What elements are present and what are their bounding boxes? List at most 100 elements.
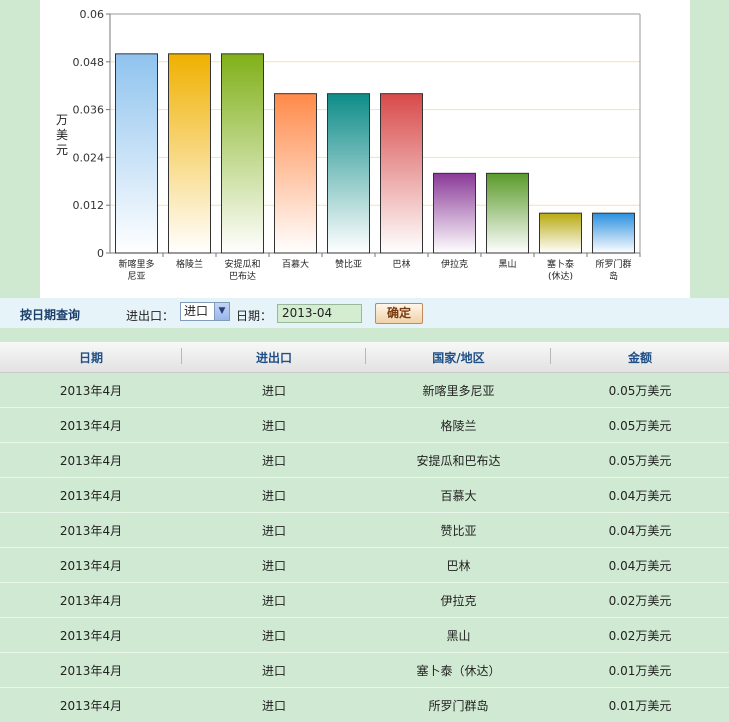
table-header-row: 日期 进出口 国家/地区 金额 — [0, 342, 729, 373]
import-export-cell: 进口 — [182, 548, 366, 583]
chart-panel: 00.0120.0240.0360.0480.06万美元新喀里多尼亚格陵兰安提瓜… — [40, 0, 690, 298]
date-cell: 2013年4月 — [0, 513, 182, 548]
country-cell: 所罗门群岛 — [366, 688, 551, 722]
amount-cell: 0.01万美元 — [551, 688, 729, 722]
date-cell: 2013年4月 — [0, 583, 182, 618]
column-header-country: 国家/地区 — [366, 342, 551, 373]
country-cell: 百慕大 — [366, 478, 551, 513]
bar-chart: 00.0120.0240.0360.0480.06万美元新喀里多尼亚格陵兰安提瓜… — [40, 0, 690, 298]
import-export-cell: 进口 — [182, 583, 366, 618]
import-export-cell: 进口 — [182, 443, 366, 478]
date-cell: 2013年4月 — [0, 373, 182, 408]
country-cell: 赞比亚 — [366, 513, 551, 548]
bar — [116, 54, 158, 253]
y-tick-label: 0.06 — [80, 8, 105, 21]
import-export-cell: 进口 — [182, 408, 366, 443]
date-cell: 2013年4月 — [0, 688, 182, 722]
x-tick-label: 尼亚 — [127, 271, 145, 282]
x-tick-label: 巴布达 — [229, 270, 256, 282]
divider — [0, 328, 729, 342]
table-row: 2013年4月进口百慕大0.04万美元 — [0, 478, 729, 513]
bar — [222, 54, 264, 253]
table-row: 2013年4月进口所罗门群岛0.01万美元 — [0, 688, 729, 722]
bar — [381, 94, 423, 253]
bar — [593, 213, 635, 253]
country-cell: 新喀里多尼亚 — [366, 373, 551, 408]
x-tick-label: 巴林 — [392, 258, 410, 270]
column-header-import-export: 进出口 — [182, 342, 366, 373]
x-tick-label: 安提瓜和 — [224, 258, 260, 270]
bar — [275, 94, 317, 253]
x-tick-label: 赞比亚 — [335, 258, 362, 270]
amount-cell: 0.05万美元 — [551, 443, 729, 478]
amount-cell: 0.04万美元 — [551, 478, 729, 513]
x-tick-label: (休达) — [548, 270, 573, 282]
bar — [540, 213, 582, 253]
bar — [169, 54, 211, 253]
bar — [434, 173, 476, 253]
table-row: 2013年4月进口新喀里多尼亚0.05万美元 — [0, 373, 729, 408]
table-body: 2013年4月进口新喀里多尼亚0.05万美元2013年4月进口格陵兰0.05万美… — [0, 373, 729, 722]
table-row: 2013年4月进口黑山0.02万美元 — [0, 618, 729, 653]
amount-cell: 0.01万美元 — [551, 653, 729, 688]
amount-cell: 0.02万美元 — [551, 583, 729, 618]
import-export-cell: 进口 — [182, 513, 366, 548]
x-tick-label: 百慕大 — [282, 258, 309, 270]
table-row: 2013年4月进口赞比亚0.04万美元 — [0, 513, 729, 548]
bar — [487, 173, 529, 253]
country-cell: 安提瓜和巴布达 — [366, 443, 551, 478]
data-table: 日期 进出口 国家/地区 金额 2013年4月进口新喀里多尼亚0.05万美元20… — [0, 342, 729, 722]
amount-cell: 0.05万美元 — [551, 373, 729, 408]
amount-cell: 0.05万美元 — [551, 408, 729, 443]
country-cell: 格陵兰 — [366, 408, 551, 443]
chevron-down-icon[interactable]: ▼ — [214, 303, 229, 320]
import-export-label: 进出口： — [126, 307, 174, 324]
x-tick-label: 所罗门群 — [595, 258, 631, 270]
table-row: 2013年4月进口伊拉克0.02万美元 — [0, 583, 729, 618]
query-bar: 按日期查询 进出口： 进口 ▼ 日期： 2013-04 确定 — [0, 298, 729, 328]
date-input[interactable]: 2013-04 — [277, 304, 362, 323]
y-tick-label: 0 — [97, 247, 104, 260]
x-tick-label: 黑山 — [498, 259, 516, 270]
x-tick-label: 格陵兰 — [176, 258, 203, 270]
date-cell: 2013年4月 — [0, 653, 182, 688]
amount-cell: 0.02万美元 — [551, 618, 729, 653]
x-tick-label: 伊拉克 — [441, 258, 468, 270]
y-tick-label: 0.036 — [73, 104, 105, 117]
import-export-cell: 进口 — [182, 653, 366, 688]
date-cell: 2013年4月 — [0, 618, 182, 653]
column-header-date: 日期 — [0, 342, 182, 373]
confirm-button[interactable]: 确定 — [375, 303, 423, 324]
y-tick-label: 0.048 — [73, 56, 105, 69]
import-export-cell: 进口 — [182, 688, 366, 722]
x-tick-label: 塞卜泰 — [547, 258, 574, 270]
date-cell: 2013年4月 — [0, 548, 182, 583]
import-export-selected-value: 进口 — [184, 304, 208, 318]
date-cell: 2013年4月 — [0, 443, 182, 478]
amount-cell: 0.04万美元 — [551, 548, 729, 583]
table-row: 2013年4月进口格陵兰0.05万美元 — [0, 408, 729, 443]
x-tick-label: 岛 — [609, 270, 618, 282]
country-cell: 伊拉克 — [366, 583, 551, 618]
country-cell: 巴林 — [366, 548, 551, 583]
table-row: 2013年4月进口巴林0.04万美元 — [0, 548, 729, 583]
query-title: 按日期查询 — [20, 306, 80, 323]
import-export-cell: 进口 — [182, 373, 366, 408]
y-axis-label: 万 — [56, 113, 68, 127]
x-tick-label: 新喀里多 — [118, 258, 154, 270]
table-row: 2013年4月进口塞卜泰（休达）0.01万美元 — [0, 653, 729, 688]
bar — [328, 94, 370, 253]
import-export-cell: 进口 — [182, 478, 366, 513]
date-label: 日期： — [236, 307, 272, 324]
import-export-select[interactable]: 进口 ▼ — [180, 302, 230, 321]
y-tick-label: 0.012 — [73, 199, 105, 212]
table-row: 2013年4月进口安提瓜和巴布达0.05万美元 — [0, 443, 729, 478]
column-header-amount: 金额 — [551, 342, 729, 373]
y-axis-label: 美 — [56, 128, 68, 142]
country-cell: 塞卜泰（休达） — [366, 653, 551, 688]
import-export-cell: 进口 — [182, 618, 366, 653]
date-cell: 2013年4月 — [0, 408, 182, 443]
y-tick-label: 0.024 — [73, 151, 105, 164]
date-cell: 2013年4月 — [0, 478, 182, 513]
amount-cell: 0.04万美元 — [551, 513, 729, 548]
